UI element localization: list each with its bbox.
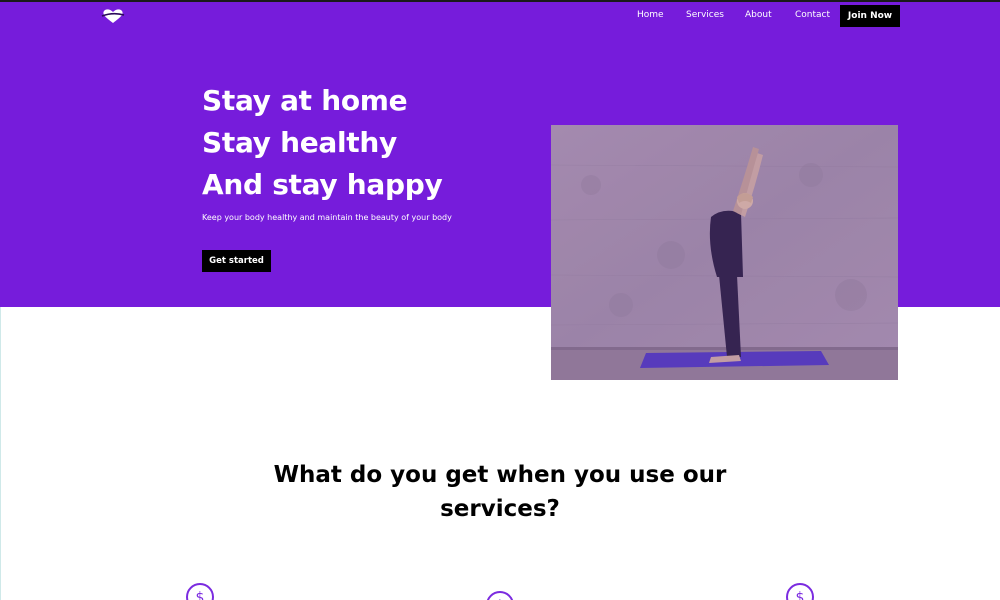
nav-home[interactable]: Home (637, 10, 664, 20)
nav-about[interactable]: About (745, 10, 772, 20)
get-started-button[interactable]: Get started (202, 250, 271, 272)
services-section-title: What do you get when you use our service… (273, 462, 727, 522)
hero-headline-line-3: And stay happy (202, 168, 443, 201)
dollar-circle-icon: $ (785, 582, 815, 600)
top-nav: Home Services About Contact Join Now (0, 0, 1000, 30)
dollar-circle-icon: $ (485, 590, 515, 600)
nav-services[interactable]: Services (686, 10, 724, 20)
join-now-button[interactable]: Join Now (840, 5, 900, 27)
dollar-circle-icon: $ (185, 582, 215, 600)
svg-text:$: $ (196, 590, 205, 600)
hero-headline-line-2: Stay healthy (202, 126, 397, 159)
svg-text:$: $ (796, 590, 805, 600)
hero-headline-line-1: Stay at home (202, 84, 408, 117)
hero-yoga-photo (551, 125, 898, 380)
nav-contact[interactable]: Contact (795, 10, 830, 20)
hero-subtitle: Keep your body healthy and maintain the … (202, 213, 452, 222)
page-edge (0, 307, 1, 600)
